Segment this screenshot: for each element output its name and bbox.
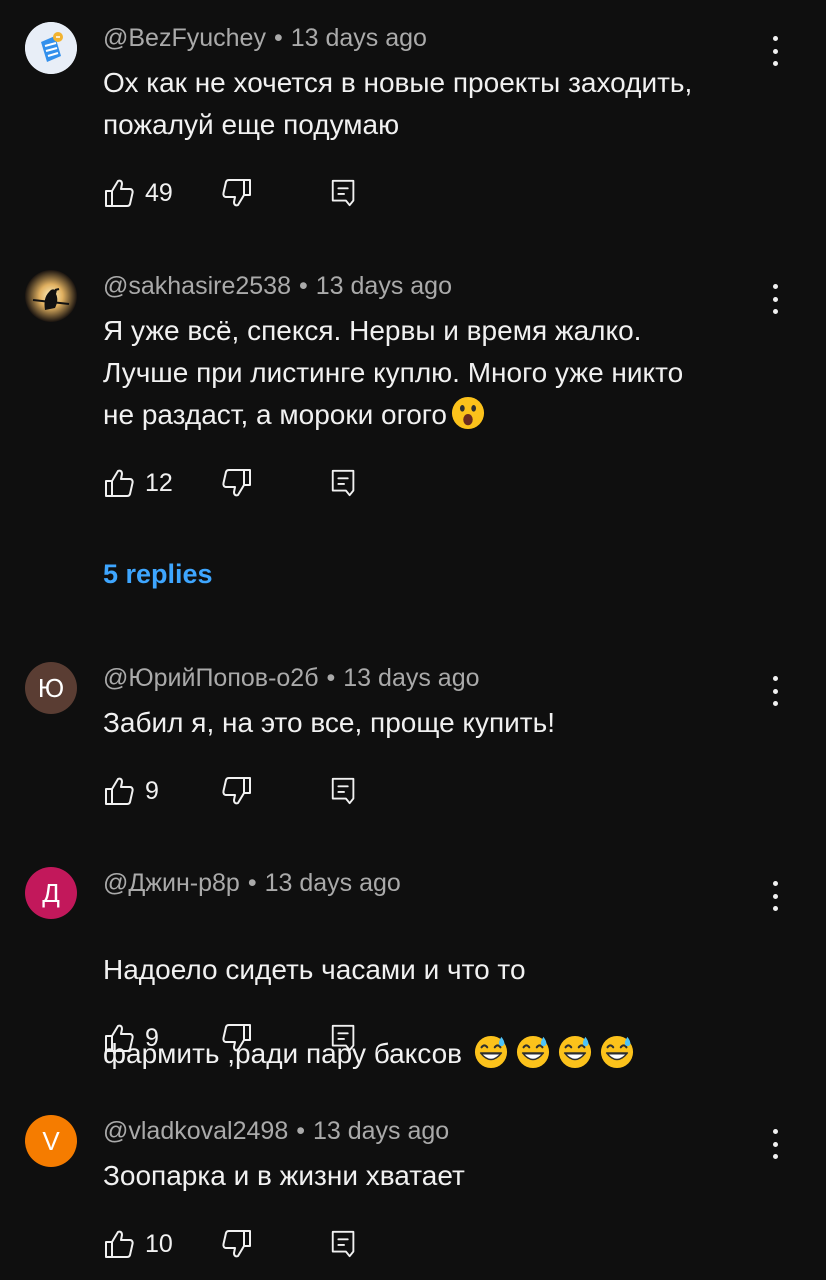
comment-text: Забил я, на это все, проще купить! bbox=[103, 707, 555, 738]
reply-button[interactable] bbox=[329, 1227, 359, 1261]
thumbs-up-icon bbox=[103, 467, 135, 499]
author-name[interactable]: @ЮрийПопов-о2б bbox=[103, 664, 319, 692]
like-button[interactable]: 10 bbox=[103, 1227, 173, 1261]
comment-meta: @BezFyuchey • 13 days ago bbox=[103, 22, 427, 54]
comment-actions: 9 bbox=[103, 1021, 383, 1055]
avatar[interactable] bbox=[25, 270, 77, 322]
bird-moon-icon bbox=[25, 270, 77, 322]
grinning-sweat-face-emoji bbox=[516, 1035, 550, 1069]
like-count: 10 bbox=[145, 1230, 173, 1258]
like-button[interactable]: 49 bbox=[103, 176, 173, 210]
thumbs-down-icon bbox=[221, 775, 253, 807]
comment-meta: @Джин-р8р • 13 days ago bbox=[103, 867, 401, 899]
thumbs-up-icon bbox=[103, 1228, 135, 1260]
comment-actions: 9 bbox=[103, 774, 383, 808]
avatar[interactable]: Ю bbox=[25, 662, 77, 714]
comment-meta: @ЮрийПопов-о2б • 13 days ago bbox=[103, 662, 480, 694]
like-count: 49 bbox=[145, 179, 173, 207]
reply-button[interactable] bbox=[329, 176, 359, 210]
reply-button[interactable] bbox=[329, 466, 359, 500]
separator-dot: • bbox=[273, 24, 283, 52]
dislike-button[interactable] bbox=[221, 774, 253, 808]
comment-meta: @sakhasire2538 • 13 days ago bbox=[103, 270, 452, 302]
view-replies-link[interactable]: 5 replies bbox=[103, 556, 213, 592]
like-count: 9 bbox=[145, 1024, 159, 1052]
thumbs-down-icon bbox=[221, 467, 253, 499]
dislike-button[interactable] bbox=[221, 466, 253, 500]
separator-dot: • bbox=[296, 1117, 305, 1145]
comment-timestamp[interactable]: 13 days ago bbox=[343, 664, 479, 692]
avatar[interactable]: Д bbox=[25, 867, 77, 919]
reply-icon bbox=[329, 467, 359, 499]
dislike-button[interactable] bbox=[221, 1227, 253, 1261]
reply-button[interactable] bbox=[329, 774, 359, 808]
separator-dot: • bbox=[247, 869, 257, 897]
separator-dot: • bbox=[299, 272, 308, 300]
comment-actions: 10 bbox=[103, 1227, 383, 1261]
comment-text: Я уже всё, спекся. Нервы и время жалко. … bbox=[103, 310, 773, 436]
author-name[interactable]: @BezFyuchey bbox=[103, 24, 266, 52]
reply-button[interactable] bbox=[329, 1021, 359, 1055]
like-count: 9 bbox=[145, 777, 159, 805]
avatar[interactable]: V bbox=[25, 1115, 77, 1167]
comment-text-body: Я уже всё, спекся. Нервы и время жалко. … bbox=[103, 315, 684, 430]
telegram-sticker-icon bbox=[25, 22, 77, 74]
thumbs-down-icon bbox=[221, 1022, 253, 1054]
avatar[interactable] bbox=[25, 22, 77, 74]
author-name[interactable]: @Джин-р8р bbox=[103, 869, 240, 897]
comment-text: Надоело сидеть часами и что то фармить ,… bbox=[103, 907, 773, 1117]
astonished-face-emoji bbox=[451, 396, 485, 430]
like-count: 12 bbox=[145, 469, 173, 497]
reply-icon bbox=[329, 1228, 359, 1260]
thumbs-down-icon bbox=[221, 1228, 253, 1260]
author-name[interactable]: @vladkoval2498 bbox=[103, 1117, 288, 1145]
comment-actions: 49 bbox=[103, 176, 383, 210]
thumbs-up-icon bbox=[103, 1022, 135, 1054]
author-name[interactable]: @sakhasire2538 bbox=[103, 272, 291, 300]
dislike-button[interactable] bbox=[221, 176, 253, 210]
like-button[interactable]: 12 bbox=[103, 466, 173, 500]
like-button[interactable]: 9 bbox=[103, 774, 159, 808]
reply-icon bbox=[329, 177, 359, 209]
comment-timestamp[interactable]: 13 days ago bbox=[291, 24, 427, 52]
reply-icon bbox=[329, 775, 359, 807]
comment-text: Ох как не хочется в новые проекты заходи… bbox=[103, 67, 693, 140]
comment-text: Зоопарка и в жизни хватает bbox=[103, 1160, 465, 1191]
thumbs-up-icon bbox=[103, 177, 135, 209]
grinning-sweat-face-emoji bbox=[600, 1035, 634, 1069]
separator-dot: • bbox=[326, 664, 336, 692]
comment-text-line: Надоело сидеть часами и что то bbox=[103, 954, 526, 985]
thumbs-up-icon bbox=[103, 775, 135, 807]
dislike-button[interactable] bbox=[221, 1021, 253, 1055]
comment-actions: 12 bbox=[103, 466, 383, 500]
comment-timestamp[interactable]: 13 days ago bbox=[313, 1117, 449, 1145]
comment-timestamp[interactable]: 13 days ago bbox=[316, 272, 452, 300]
like-button[interactable]: 9 bbox=[103, 1021, 159, 1055]
comment-meta: @vladkoval2498 • 13 days ago bbox=[103, 1115, 449, 1147]
grinning-sweat-face-emoji bbox=[558, 1035, 592, 1069]
thumbs-down-icon bbox=[221, 177, 253, 209]
comment-timestamp[interactable]: 13 days ago bbox=[265, 869, 401, 897]
grinning-sweat-face-emoji bbox=[474, 1035, 508, 1069]
reply-icon bbox=[329, 1022, 359, 1054]
